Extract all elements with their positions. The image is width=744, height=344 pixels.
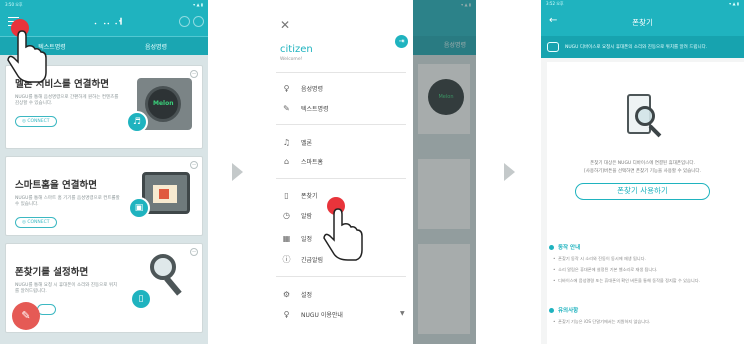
- description-line-1: 폰찾기 대상은 NUGU 디바이스에 연결된 휴대폰입니다.: [590, 161, 695, 166]
- connect-button[interactable]: ◎ CONNECT: [15, 116, 57, 127]
- menu-item-emergency[interactable]: ⓘ 긴급알림: [282, 255, 324, 264]
- download-icon[interactable]: [193, 16, 204, 27]
- connect-button[interactable]: ◎ CONNECT: [15, 217, 57, 228]
- status-icons: ▾ ▲ ▮: [729, 1, 739, 6]
- calendar-icon: ▦: [282, 234, 291, 243]
- menu-item-alarm[interactable]: ◷ 알람: [282, 211, 312, 220]
- home-screen: 3:50 오후 ▾ ▲ ▮ ᆞᆢᆟ 텍스트명령 음성명령 − 멜론 서비스를 연…: [0, 0, 208, 344]
- app-bar: 3:52 오후 ▾ ▲ ▮ ← 폰찾기: [541, 0, 744, 36]
- remote-icon: ▣: [128, 197, 150, 219]
- card-description: NUGU를 통해 음성명령으로 간편하게 원하는 컨텐츠를 감상할 수 있습니다…: [15, 95, 119, 106]
- card-description: NUGU를 통해 스마트 홈 기기를 음성명령으로 컨트롤할 수 있습니다.: [15, 196, 120, 207]
- melon-label: Melon: [153, 100, 174, 107]
- findphone-illustration: [621, 92, 667, 144]
- headphones-icon: ♬: [126, 111, 148, 133]
- status-icons: ▾ ▲ ▮: [193, 2, 203, 7]
- alert-icon: ⓘ: [282, 255, 291, 264]
- section-title-operation: 동작 안내: [549, 243, 580, 251]
- phone-icon: ▯: [284, 191, 289, 200]
- menu-item-text[interactable]: ✎ 텍스트명령: [282, 104, 328, 113]
- nav-drawer: ✕ citizen Welcome! ⇥ ♀ 음성명령 ✎ 텍스트명령 ♫ 멜론 ⌂ 스…: [268, 0, 413, 344]
- list-item: • 디바이스에 음성명령 또는 휴대폰의 확인 버튼을 통해 동작을 정지할 수…: [553, 278, 700, 283]
- tab-voice-command[interactable]: 음성명령: [104, 42, 208, 51]
- phone-icon: ▯: [130, 288, 152, 310]
- menu-item-schedule[interactable]: ▦ 일정: [282, 234, 312, 243]
- section-title-caution: 유의사항: [549, 306, 578, 314]
- page-title: 폰찾기: [632, 18, 653, 27]
- menu-item-smarthome[interactable]: ⌂ 스마트홈: [282, 157, 323, 166]
- logout-icon[interactable]: ⇥: [395, 35, 408, 48]
- menu-item-guide[interactable]: ♀ NUGU 이용안내: [282, 310, 343, 319]
- smarthome-card[interactable]: − 스마트홈을 연결하면 NUGU를 통해 스마트 홈 기기를 음성명령으로 컨…: [5, 156, 203, 236]
- info-icon: ♀: [283, 310, 290, 319]
- nugu-logo: ᆞᆢᆟ: [90, 17, 124, 31]
- menu-item-settings[interactable]: ⚙ 설정: [282, 290, 312, 299]
- notice-banner: NUGU 디바이스로 요청시 휴대폰의 소리와 진동으로 위치를 알려 드립니다…: [541, 36, 744, 58]
- notice-text: NUGU 디바이스로 요청시 휴대폰의 소리와 진동으로 위치를 알려 드립니다…: [565, 45, 708, 50]
- find-phone-screen: 3:52 오후 ▾ ▲ ▮ ← 폰찾기 NUGU 디바이스로 요청시 휴대폰의 …: [541, 0, 744, 344]
- dot-icon: [549, 307, 554, 313]
- mic-icon: ♀: [283, 84, 290, 93]
- tap-hand-icon: [323, 197, 363, 261]
- collapse-icon[interactable]: −: [190, 248, 198, 256]
- drawer-screen: 2:50 오후 ▾ ▲ ▮ 음성명령 Melon ✕ citizen Welco…: [268, 0, 476, 344]
- device-icon: [547, 42, 559, 52]
- menu-item-findphone[interactable]: ▯ 폰찾기: [282, 191, 317, 200]
- card-description: NUGU를 통해 요청 시 휴대폰이 소리와 진동으로 위치를 알려드립니다.: [15, 283, 118, 294]
- list-item: • 폰찾기 동작 시 소리와 진동이 동시에 재생 됩니다.: [553, 256, 646, 261]
- music-icon: ♫: [282, 138, 291, 147]
- magnifier-illustration: [144, 254, 188, 298]
- status-bar: 3:50 오후 ▾ ▲ ▮: [0, 0, 208, 9]
- arrow-right-icon: [232, 163, 243, 181]
- connect-button[interactable]: [37, 304, 57, 315]
- menu-item-melon[interactable]: ♫ 멜론: [282, 138, 312, 147]
- user-name: citizen: [280, 44, 313, 55]
- tap-hand-icon: [7, 19, 47, 83]
- chevron-down-icon[interactable]: ▼: [400, 310, 405, 317]
- arrow-right-icon: [504, 163, 515, 181]
- close-icon[interactable]: ✕: [280, 18, 290, 32]
- menu-item-voice[interactable]: ♀ 음성명령: [282, 84, 324, 93]
- edit-icon: ✎: [283, 104, 290, 113]
- status-time: 3:50 오후: [5, 2, 23, 7]
- status-time: 3:52 오후: [546, 1, 564, 6]
- dot-icon: [549, 244, 554, 250]
- collapse-icon[interactable]: −: [190, 161, 198, 169]
- mode-icon[interactable]: [179, 16, 190, 27]
- list-item: • 소리 알림은 휴대폰에 설정된 기본 벨소리로 재생 됩니다.: [553, 267, 658, 272]
- alarm-icon: ◷: [283, 211, 290, 220]
- welcome-text: Welcome!: [280, 57, 303, 62]
- use-findphone-button[interactable]: 폰찾기 사용하기: [575, 183, 710, 200]
- description-line-2: [사용하기]버튼을 선택하면 폰찾기 기능을 사용할 수 있습니다.: [583, 169, 702, 174]
- gear-icon: ⚙: [282, 290, 291, 299]
- voice-fab[interactable]: ✎: [12, 302, 40, 330]
- collapse-icon[interactable]: −: [190, 70, 198, 78]
- list-item: • 폰찾기 기능은 iOS 단말기에서는 지원하지 않습니다.: [553, 319, 651, 324]
- scrim[interactable]: [413, 0, 476, 344]
- home-icon: ⌂: [283, 157, 290, 166]
